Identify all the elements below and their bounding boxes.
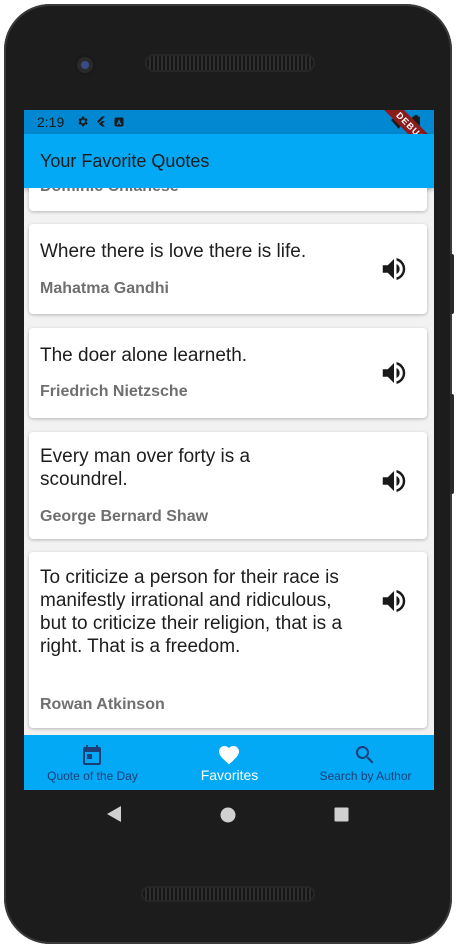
nav-search-by-author[interactable]: Search by Author [297, 735, 434, 790]
flutter-icon [97, 116, 105, 127]
quote-author: Mahatma Gandhi [40, 280, 169, 297]
app-bar: Your Favorite Quotes [24, 134, 434, 188]
settings-icon [78, 116, 88, 127]
quote-card[interactable]: Dominic Chianese [29, 188, 427, 211]
nav-favorites[interactable]: Favorites [161, 735, 298, 790]
quote-card[interactable]: Every man over forty is a scoundrel. Geo… [29, 432, 427, 539]
nav-label: Search by Author [319, 769, 412, 783]
earpiece-speaker [145, 54, 315, 72]
nav-label: Quote of the Day [47, 769, 138, 783]
quote-text: Every man over forty is a scoundrel. [40, 446, 251, 490]
volume-up-icon[interactable] [379, 466, 409, 496]
quote-card[interactable]: Where there is love there is life. Mahat… [29, 224, 427, 314]
quote-author: Rowan Atkinson [40, 696, 165, 713]
nav-quote-of-the-day[interactable]: Quote of the Day [24, 735, 161, 790]
status-bar: 2:19 DEBUG [24, 110, 434, 164]
bottom-speaker [141, 886, 315, 902]
quote-card[interactable]: To criticize a person for their race is … [29, 552, 427, 728]
volume-up-icon[interactable] [379, 254, 409, 284]
status-time: 2:19 [37, 114, 65, 130]
quote-text: The doer alone learneth. [40, 345, 248, 366]
bottom-navigation: Quote of the Day Favorites Search by Aut… [24, 735, 434, 790]
quote-author: Friedrich Nietzsche [40, 383, 188, 400]
volume-button [450, 394, 454, 494]
home-icon[interactable] [220, 807, 236, 823]
quote-author: George Bernard Shaw [40, 508, 209, 525]
front-camera [74, 54, 96, 76]
nav-label: Favorites [200, 767, 259, 783]
quote-list[interactable]: Dominic Chianese Where there is love the… [24, 188, 434, 735]
search-icon [355, 746, 374, 764]
calendar-icon [83, 745, 101, 765]
volume-up-icon[interactable] [379, 358, 409, 388]
system-navigation-bar [24, 790, 434, 840]
page-title: Your Favorite Quotes [40, 151, 210, 171]
quote-text: To criticize a person for their race is … [40, 567, 343, 657]
quote-text: Where there is love there is life. [40, 241, 307, 262]
heart-icon [219, 746, 239, 765]
volume-up-icon[interactable] [379, 586, 409, 616]
quote-author: Dominic Chianese [40, 188, 179, 196]
app-screen: 2:19 DEBUG Your Favorite Quotes Dominic … [24, 110, 434, 790]
power-button [450, 254, 454, 314]
quote-card[interactable]: The doer alone learneth. Friedrich Nietz… [29, 328, 427, 418]
back-icon[interactable] [106, 805, 122, 823]
recents-icon[interactable] [334, 807, 349, 822]
a-icon [114, 117, 124, 126]
